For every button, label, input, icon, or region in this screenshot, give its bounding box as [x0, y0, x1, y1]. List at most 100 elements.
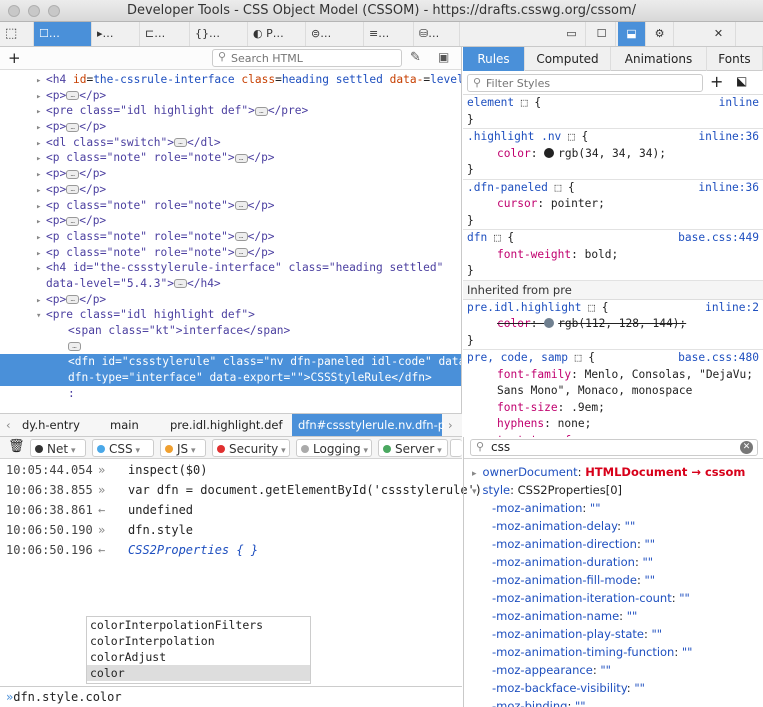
color-swatch[interactable] — [544, 318, 555, 328]
markup-node[interactable]: dfn-type="interface" data-export="">CSSS… — [0, 370, 461, 386]
twisty-icon[interactable]: ▸ — [36, 105, 46, 119]
rule-selector[interactable]: dfn — [467, 231, 487, 244]
collapsed-ellipsis-icon[interactable]: … — [66, 295, 80, 305]
devtool-tab-6[interactable]: ≡… — [364, 22, 414, 46]
devtool-tab-2[interactable]: ⊏… — [140, 22, 190, 46]
breadcrumb-scroll-right-icon[interactable]: › — [442, 414, 459, 436]
markup-node[interactable]: ▸ <p class="note" role="note">… </p> — [0, 198, 461, 214]
twisty-icon[interactable]: ▸ — [36, 200, 46, 214]
markup-node[interactable]: ▸ <p class="note" role="note">… </p> — [0, 245, 461, 261]
breadcrumb-item[interactable]: dy.h-entry — [16, 414, 86, 436]
rule-source-link[interactable]: base.css:449 — [678, 230, 759, 247]
property-name[interactable]: color — [497, 147, 531, 160]
pick-element-icon[interactable]: ⬚ — [0, 22, 34, 46]
variables-filter-value[interactable]: css — [491, 440, 510, 454]
markup-node[interactable]: ▸ <p class="note" role="note">… </p> — [0, 150, 461, 166]
twisty-icon[interactable]: ▸ — [36, 168, 46, 182]
variable-row[interactable]: ▾ style: CSS2Properties[0] — [464, 481, 763, 499]
markup-node[interactable]: ▸ <h4 id=the-cssrule-interface class=head… — [0, 72, 461, 88]
property-value[interactable]: rgb(34, 34, 34) — [558, 147, 659, 160]
collapsed-ellipsis-icon[interactable]: … — [66, 169, 80, 179]
twisty-icon[interactable]: ▸ — [36, 137, 46, 151]
rule-source-link[interactable]: inline:36 — [698, 180, 759, 197]
filter-server[interactable]: Server ▾ — [378, 439, 448, 457]
property-name[interactable]: font-size — [497, 401, 558, 414]
split-console-icon[interactable]: ☐ — [588, 22, 616, 46]
zoom-window-button[interactable] — [48, 5, 60, 17]
console-input[interactable]: »dfn.style.color — [0, 686, 462, 707]
breadcrumb-scroll-left-icon[interactable]: ‹ — [0, 414, 17, 436]
variables-filter-box[interactable]: ⚲ css ✕ — [470, 439, 758, 456]
breadcrumb-item[interactable]: dfn#cssstylerule.nv.dfn-p — [292, 414, 445, 436]
markup-node[interactable]: ▾ <pre class="idl highlight def"> — [0, 307, 461, 323]
property-value[interactable]: rgb(112, 128, 144) — [558, 317, 679, 330]
markup-node[interactable]: ▸ <p>… </p> — [0, 166, 461, 182]
variable-row[interactable]: -moz-appearance: "" — [464, 661, 763, 679]
settings-icon[interactable]: ⚙ — [646, 22, 674, 46]
property-value[interactable]: Menlo, Consolas, "DejaVu — [585, 368, 747, 381]
property-name[interactable]: font-weight — [497, 248, 571, 261]
collapsed-ellipsis-icon[interactable]: … — [66, 185, 80, 195]
twisty-icon[interactable]: ▸ — [36, 184, 46, 198]
tab-rules[interactable]: Rules — [463, 47, 525, 71]
markup-node[interactable]: … — [0, 339, 461, 355]
variable-row[interactable]: -moz-animation-iteration-count: "" — [464, 589, 763, 607]
twisty-icon[interactable]: ▾ — [36, 309, 46, 323]
variable-row[interactable]: -moz-binding: "" — [464, 697, 763, 707]
rule-source-link[interactable]: base.css:480 — [678, 350, 759, 367]
filter-logging[interactable]: Logging ▾ — [296, 439, 372, 457]
rule-selector[interactable]: .highlight .nv — [467, 130, 561, 143]
devtool-tab-4[interactable]: ◐ P… — [248, 22, 306, 46]
twisty-icon[interactable]: ▸ — [36, 294, 46, 308]
collapsed-ellipsis-icon[interactable]: … — [66, 91, 80, 101]
autocomplete-item[interactable]: color — [87, 665, 310, 681]
variable-row[interactable]: -moz-animation-fill-mode: "" — [464, 571, 763, 589]
markup-node[interactable]: ▸ <dl class="switch">… </dl> — [0, 135, 461, 151]
add-rule-icon[interactable]: + — [710, 72, 723, 91]
property-name[interactable]: color — [497, 317, 531, 330]
rule-source-link[interactable]: inline — [719, 95, 759, 112]
collapsed-ellipsis-icon[interactable]: … — [66, 216, 80, 226]
color-swatch[interactable] — [544, 147, 555, 158]
variable-row[interactable]: -moz-animation: "" — [464, 499, 763, 517]
rule-source-link[interactable]: inline:2 — [705, 300, 759, 317]
autocomplete-item[interactable]: colorAdjust — [87, 649, 310, 665]
markup-node[interactable]: <span class="kt">interface</span> — [0, 323, 461, 339]
collapsed-ellipsis-icon[interactable]: … — [66, 122, 80, 132]
collapsed-ellipsis-icon[interactable]: … — [234, 153, 248, 163]
collapsed-ellipsis-icon[interactable]: … — [68, 342, 81, 352]
console-filter-input[interactable] — [450, 439, 462, 457]
collapsed-ellipsis-icon[interactable]: … — [234, 201, 248, 210]
collapsed-ellipsis-icon[interactable]: … — [234, 232, 248, 242]
filter-css[interactable]: CSS ▾ — [92, 439, 154, 457]
collapsed-ellipsis-icon[interactable]: … — [173, 279, 187, 289]
devtool-tab-0[interactable]: ☐… — [34, 22, 92, 46]
filter-net[interactable]: Net ▾ — [30, 439, 86, 457]
property-name[interactable]: cursor — [497, 197, 537, 210]
rule-selector[interactable]: pre.idl.highlight — [467, 301, 582, 314]
clear-filter-icon[interactable]: ✕ — [740, 441, 753, 454]
eyedropper-icon[interactable]: ✎ — [410, 50, 421, 65]
property-value[interactable]: Sans Mono", Monaco, monospace — [497, 384, 692, 397]
filter-security[interactable]: Security ▾ — [212, 439, 290, 457]
markup-node[interactable]: ▸ <p class="note" role="note">… </p> — [0, 229, 461, 245]
twisty-icon[interactable]: ▸ — [36, 262, 46, 276]
twisty-icon[interactable]: ▸ — [36, 121, 46, 135]
rule-selector[interactable]: element — [467, 96, 514, 109]
filter-styles-input[interactable] — [486, 76, 696, 90]
variable-row[interactable]: -moz-animation-timing-function: "" — [464, 643, 763, 661]
close-toolbox-icon[interactable]: ✕ — [702, 22, 736, 46]
twisty-icon[interactable]: ▾ — [472, 487, 477, 497]
close-window-button[interactable] — [8, 5, 20, 17]
toggle-pseudo-class-icon[interactable]: ⬕ — [736, 74, 747, 88]
twisty-icon[interactable]: ▸ — [36, 74, 46, 88]
tab-animations[interactable]: Animations — [611, 47, 707, 71]
tab-computed[interactable]: Computed — [525, 47, 611, 71]
minimize-window-button[interactable] — [28, 5, 40, 17]
markup-node[interactable]: ▸ <p>… </p> — [0, 119, 461, 135]
property-value[interactable]: pointer — [551, 197, 598, 210]
markup-node[interactable]: ▸ <p>… </p> — [0, 88, 461, 104]
markup-node[interactable]: ▸ <p>… </p> — [0, 292, 461, 308]
toggle-sidebar-icon[interactable]: ▣ — [438, 50, 449, 64]
markup-node[interactable]: ▸ <h4 id="the-cssstylerule-interface" cla… — [0, 260, 461, 276]
